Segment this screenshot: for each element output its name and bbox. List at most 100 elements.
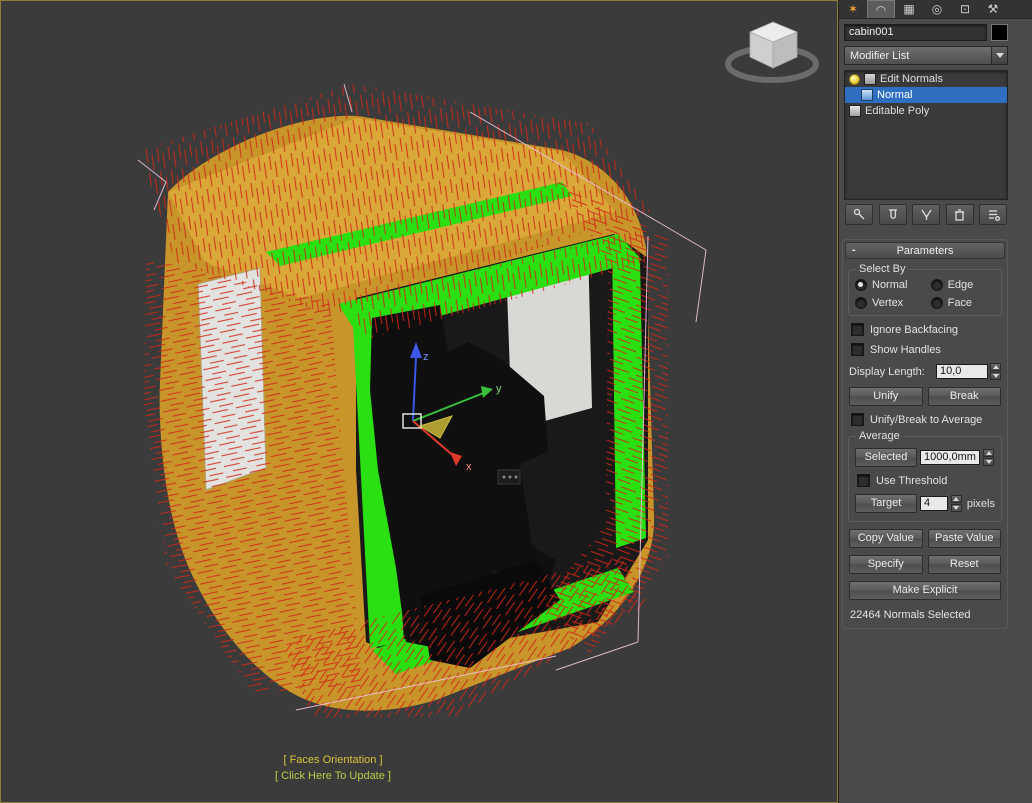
radio-face[interactable]: Face	[930, 297, 995, 309]
spinner-down[interactable]	[990, 372, 1001, 380]
average-label: Average	[856, 430, 903, 442]
chevron-down-icon[interactable]	[991, 47, 1007, 64]
display-length-input[interactable]: 10,0	[936, 364, 988, 379]
radio-dot	[855, 279, 867, 291]
make-explicit-button[interactable]: Make Explicit	[849, 581, 1001, 600]
average-threshold-spinner[interactable]	[983, 449, 994, 466]
axis-label-z: z	[423, 351, 429, 363]
display-length-row: Display Length: 10,0	[849, 363, 1001, 380]
display-icon: ⊡	[959, 2, 971, 16]
unify-break-average-checkbox[interactable]: Unify/Break to Average	[851, 413, 999, 426]
display-length-label: Display Length:	[849, 365, 925, 378]
radio-vertex[interactable]: Vertex	[855, 297, 931, 309]
editable-poly-icon	[849, 105, 861, 117]
checkbox	[851, 413, 864, 426]
stack-item-normal[interactable]: Normal	[845, 87, 1007, 103]
radio-normal[interactable]: Normal	[855, 279, 931, 291]
spinner-down[interactable]	[950, 504, 962, 512]
radio-label: Vertex	[872, 297, 904, 309]
radio-dot	[930, 297, 943, 309]
subobject-icon	[861, 89, 873, 101]
modifier-list-dropdown[interactable]: Modifier List	[844, 46, 1008, 65]
stack-item-label: Edit Normals	[880, 73, 943, 85]
select-by-group: Select By Normal Edge Vertex Face	[848, 263, 1002, 316]
create-icon: ✶	[847, 2, 859, 16]
average-target-button[interactable]: Target	[855, 494, 917, 513]
remove-modifier-icon[interactable]	[945, 204, 974, 225]
pin-stack-icon[interactable]	[845, 204, 873, 225]
tab-display[interactable]: ⊡	[951, 0, 979, 18]
radio-dot	[855, 297, 867, 309]
modify-icon: ◠	[875, 2, 887, 17]
xview-faces-orientation-label[interactable]: [ Faces Orientation ]	[283, 754, 382, 766]
reset-button[interactable]: Reset	[927, 555, 1001, 574]
xview-update-link[interactable]: [ Click Here To Update ]	[275, 770, 391, 782]
tab-hierarchy[interactable]: ▦	[895, 0, 923, 18]
select-by-label: Select By	[856, 263, 909, 275]
parameters-rollout-header[interactable]: - Parameters	[845, 242, 1005, 259]
normals-selected-status: 22464 Normals Selected	[850, 609, 971, 621]
show-end-result-icon[interactable]	[878, 204, 907, 225]
make-unique-icon[interactable]	[912, 204, 940, 225]
checkbox-label: Ignore Backfacing	[870, 323, 959, 336]
stack-item-edit-normals[interactable]: Edit Normals	[845, 71, 1007, 87]
specify-button[interactable]: Specify	[849, 555, 923, 574]
hierarchy-icon: ▦	[903, 2, 915, 16]
checkbox	[857, 474, 870, 487]
viewport-3d[interactable]: z y x [ Faces Orientation ] [ Click Here…	[0, 0, 838, 803]
average-threshold-input[interactable]: 1000,0mm	[920, 450, 980, 465]
axis-label-y: y	[496, 383, 502, 395]
tab-motion[interactable]: ◎	[923, 0, 951, 18]
spinner-up[interactable]	[983, 449, 994, 457]
spinner-up[interactable]	[950, 495, 962, 503]
tab-create[interactable]: ✶	[839, 0, 867, 18]
checkbox	[851, 323, 864, 336]
spinner-down[interactable]	[983, 458, 994, 466]
display-length-spinner[interactable]	[990, 363, 1001, 380]
copy-value-button[interactable]: Copy Value	[849, 529, 923, 548]
tab-modify[interactable]: ◠	[867, 0, 895, 18]
target-pixels-spinner[interactable]	[950, 495, 962, 512]
configure-modifier-sets-icon[interactable]	[979, 204, 1007, 225]
average-selected-button[interactable]: Selected	[855, 448, 917, 467]
unify-button[interactable]: Unify	[849, 387, 923, 406]
radio-label: Edge	[947, 279, 974, 291]
modifier-list-label: Modifier List	[850, 49, 910, 62]
axis-label-x: x	[466, 461, 472, 473]
viewport-canvas[interactable]: z y x [ Faces Orientation ] [ Click Here…	[0, 0, 838, 803]
collapse-icon: -	[852, 244, 856, 256]
stack-toolbar	[844, 204, 1008, 225]
rollout-title: Parameters	[896, 244, 954, 257]
application-window: z y x [ Faces Orientation ] [ Click Here…	[0, 0, 1032, 803]
tab-utilities[interactable]: ⚒	[979, 0, 1007, 18]
visibility-bulb-icon[interactable]	[849, 73, 860, 85]
use-threshold-checkbox[interactable]: Use Threshold	[857, 474, 987, 487]
target-pixels-input[interactable]: 4	[920, 496, 948, 511]
checkbox-label: Unify/Break to Average	[870, 413, 983, 426]
utilities-icon: ⚒	[987, 2, 999, 16]
radio-label: Normal	[872, 279, 908, 291]
command-panel-tabs: ✶ ◠ ▦ ◎ ⊡ ⚒	[839, 0, 1032, 19]
object-color-swatch[interactable]	[991, 24, 1008, 41]
radio-label: Face	[947, 297, 973, 309]
radio-dot	[930, 279, 943, 291]
checkbox-label: Show Handles	[870, 343, 941, 356]
show-handles-checkbox[interactable]: Show Handles	[851, 343, 999, 356]
radio-edge[interactable]: Edge	[930, 279, 995, 291]
stack-item-label: Normal	[877, 89, 913, 101]
spinner-up[interactable]	[990, 363, 1001, 371]
average-group: Average Selected 1000,0mm Use Threshold …	[848, 430, 1002, 522]
stack-item-editable-poly[interactable]: Editable Poly	[845, 103, 1007, 119]
checkbox-label: Use Threshold	[876, 474, 948, 487]
checkbox	[851, 343, 864, 356]
paste-value-button[interactable]: Paste Value	[927, 529, 1001, 548]
break-button[interactable]: Break	[927, 387, 1001, 406]
ignore-backfacing-checkbox[interactable]: Ignore Backfacing	[851, 323, 999, 336]
modifier-icon	[864, 73, 876, 85]
pixels-label: pixels	[966, 497, 995, 510]
command-panel: ✶ ◠ ▦ ◎ ⊡ ⚒ cabin001 Modifier List Edit …	[838, 0, 1032, 803]
motion-icon: ◎	[931, 2, 943, 16]
object-name-field[interactable]: cabin001	[844, 24, 987, 41]
stack-item-label: Editable Poly	[865, 105, 930, 117]
modifier-stack: Edit Normals Normal Editable Poly	[844, 70, 1008, 200]
